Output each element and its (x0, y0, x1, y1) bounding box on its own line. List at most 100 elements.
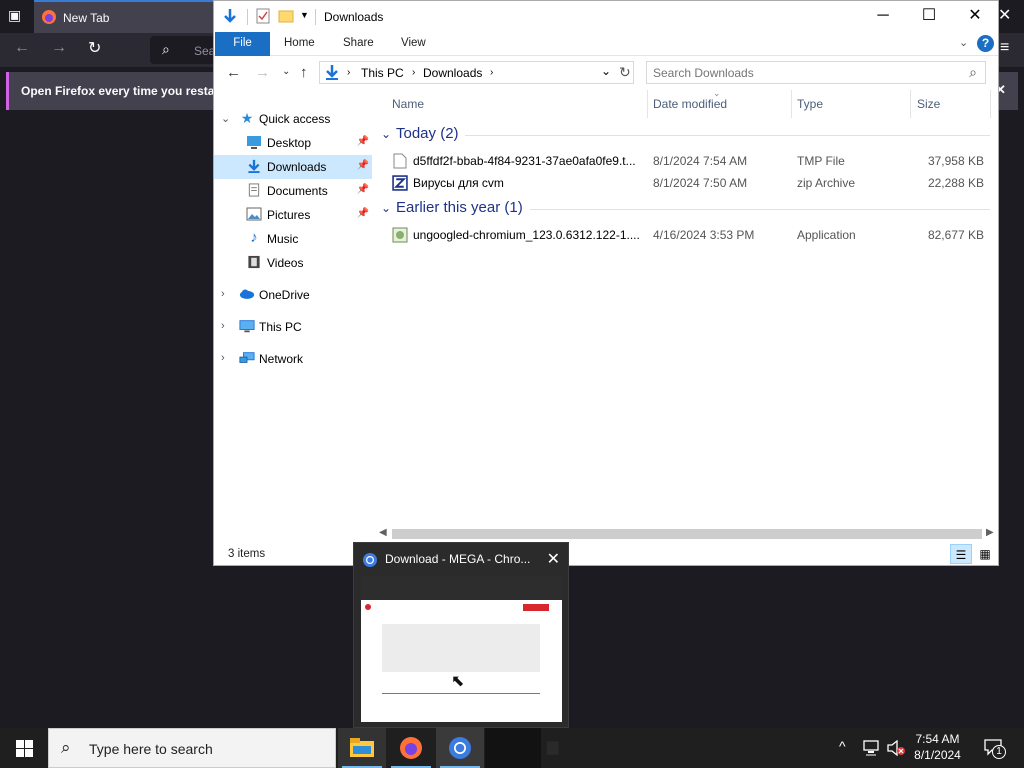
close-icon[interactable]: ✕ (952, 1, 998, 32)
taskbar-search-box[interactable]: ⌕ Type here to search (48, 728, 336, 768)
back-arrow-icon[interactable]: ← (226, 64, 241, 81)
scroll-left-icon[interactable]: ◀ (379, 527, 387, 538)
maximize-icon[interactable]: ☐ (906, 1, 952, 32)
search-icon[interactable]: ⌕ (969, 64, 977, 81)
nav-label: Quick access (259, 112, 331, 126)
column-header-size[interactable]: Size (917, 97, 940, 111)
group-header-earlier-this-year[interactable]: ⌄ Earlier this year (1) (380, 199, 990, 219)
ribbon-tabs: File Home Share View ⌄ ? (214, 32, 998, 56)
tab-file[interactable]: File (215, 32, 270, 56)
firefox-tab-new-tab[interactable]: New Tab (34, 0, 214, 33)
forward-arrow-icon[interactable]: → (255, 64, 270, 81)
download-arrow-icon[interactable] (222, 8, 238, 26)
tab-share[interactable]: Share (343, 32, 374, 56)
details-view-icon[interactable]: ☰ (950, 544, 972, 564)
nav-quick-access[interactable]: ⌄ ★ Quick access (214, 107, 372, 131)
chevron-down-icon[interactable]: ⌄ (381, 127, 391, 141)
new-folder-icon[interactable] (278, 8, 294, 24)
firefox-url-bar[interactable]: ⌕ Sea (150, 36, 220, 64)
column-divider[interactable] (791, 90, 792, 118)
nav-label: OneDrive (259, 288, 310, 302)
downloads-icon (326, 65, 338, 80)
nav-item-documents[interactable]: Documents 📌 (214, 179, 372, 203)
nav-onedrive[interactable]: › OneDrive (214, 283, 372, 307)
chevron-down-icon[interactable]: ⌄ (221, 112, 230, 125)
show-hidden-icons-icon[interactable]: ^ (839, 738, 846, 754)
chevron-right-icon[interactable]: › (221, 320, 225, 332)
preview-image[interactable]: ⬉ (361, 576, 562, 722)
qat-dropdown-icon[interactable]: ▼ (300, 10, 309, 20)
up-arrow-icon[interactable]: ↑ (300, 64, 308, 81)
nav-item-pictures[interactable]: Pictures 📌 (214, 203, 372, 227)
nav-item-desktop[interactable]: Desktop 📌 (214, 131, 372, 155)
pin-icon[interactable]: 📌 (357, 136, 369, 147)
column-divider[interactable] (910, 90, 911, 118)
group-divider (530, 209, 990, 210)
reload-icon[interactable]: ↻ (88, 38, 101, 58)
minimize-icon[interactable]: ─ (860, 1, 906, 32)
nav-item-videos[interactable]: Videos (214, 251, 372, 275)
file-explorer-icon (350, 738, 374, 757)
column-header-date-modified[interactable]: Date modified (653, 97, 727, 111)
file-name: d5ffdf2f-bbab-4f84-9231-37ae0afa0fe9.t..… (413, 154, 636, 168)
nav-item-music[interactable]: ♪ Music (214, 227, 372, 251)
pin-icon[interactable]: 📌 (357, 184, 369, 195)
tab-view[interactable]: View (401, 32, 426, 56)
file-row[interactable]: Вирусы для cvm 8/1/2024 7:50 AM zip Arch… (380, 171, 990, 193)
forward-arrow-icon[interactable]: → (51, 39, 67, 57)
large-icons-view-icon[interactable]: ▦ (974, 544, 996, 564)
nav-label: Documents (267, 184, 328, 198)
network-icon[interactable] (862, 740, 880, 756)
pictures-icon (246, 207, 262, 221)
firefox-view-icon[interactable]: ▣ (8, 7, 21, 24)
action-center-button[interactable]: 1 (978, 728, 1024, 768)
column-header-type[interactable]: Type (797, 97, 823, 111)
chevron-right-icon[interactable]: › (221, 352, 225, 364)
pin-icon[interactable]: 📌 (357, 208, 369, 219)
tmp-file-icon (393, 153, 407, 169)
nav-this-pc[interactable]: › This PC (214, 315, 372, 339)
address-dropdown-icon[interactable]: ⌄ (601, 64, 611, 78)
taskbar-firefox[interactable] (387, 728, 435, 768)
nav-network[interactable]: › Network (214, 347, 372, 371)
taskbar-chrome[interactable] (436, 728, 484, 768)
nav-item-downloads[interactable]: Downloads 📌 (214, 155, 372, 179)
horizontal-scrollbar[interactable]: ◀ ▶ (376, 525, 998, 542)
preview-close-icon[interactable]: ✕ (547, 549, 560, 569)
help-icon[interactable]: ? (977, 35, 994, 52)
menu-icon[interactable]: ≡ (1000, 39, 1009, 57)
refresh-icon[interactable]: ↻ (619, 64, 631, 81)
start-button[interactable] (0, 728, 48, 768)
ribbon-expand-icon[interactable]: ⌄ (959, 36, 968, 49)
breadcrumb-downloads[interactable]: Downloads (423, 66, 482, 80)
zip-archive-icon (392, 175, 408, 191)
file-row[interactable]: d5ffdf2f-bbab-4f84-9231-37ae0afa0fe9.t..… (380, 149, 990, 171)
desktop-icon (247, 136, 261, 149)
scroll-right-icon[interactable]: ▶ (986, 527, 994, 538)
recent-locations-icon[interactable]: ⌄ (282, 66, 290, 77)
group-header-today[interactable]: ⌄ Today (2) (380, 125, 990, 145)
firefox-logo-icon (42, 10, 56, 24)
taskbar-file-explorer[interactable] (338, 728, 386, 768)
tab-home[interactable]: Home (284, 32, 315, 56)
properties-checkbox-icon[interactable] (256, 8, 270, 24)
scrollbar-thumb[interactable] (392, 529, 982, 539)
address-bar[interactable]: › This PC › Downloads › ⌄ ↻ (319, 61, 634, 84)
file-row[interactable]: ungoogled-chromium_123.0.6312.122-1.... … (380, 223, 990, 245)
chat-icon: ▆ (547, 738, 559, 755)
chrome-taskbar-preview[interactable]: Download - MEGA - Chro... ✕ ⬉ (353, 542, 569, 728)
pin-icon[interactable]: 📌 (357, 160, 369, 171)
breadcrumb-this-pc[interactable]: This PC (361, 66, 404, 80)
back-arrow-icon[interactable]: ← (14, 39, 30, 57)
file-explorer-window: ▼ Downloads ─ ☐ ✕ File Home Share View ⌄… (213, 0, 999, 566)
column-divider[interactable] (647, 90, 648, 118)
chevron-right-icon[interactable]: › (221, 288, 225, 300)
file-date: 4/16/2024 3:53 PM (653, 228, 755, 242)
firefox-close-icon[interactable]: ✕ (998, 5, 1011, 25)
column-divider[interactable] (990, 90, 991, 118)
column-header-name[interactable]: Name (392, 97, 424, 111)
system-clock[interactable]: 7:54 AM 8/1/2024 (900, 731, 975, 763)
chevron-down-icon[interactable]: ⌄ (381, 201, 391, 215)
search-input[interactable] (647, 62, 962, 83)
application-icon (392, 227, 408, 243)
